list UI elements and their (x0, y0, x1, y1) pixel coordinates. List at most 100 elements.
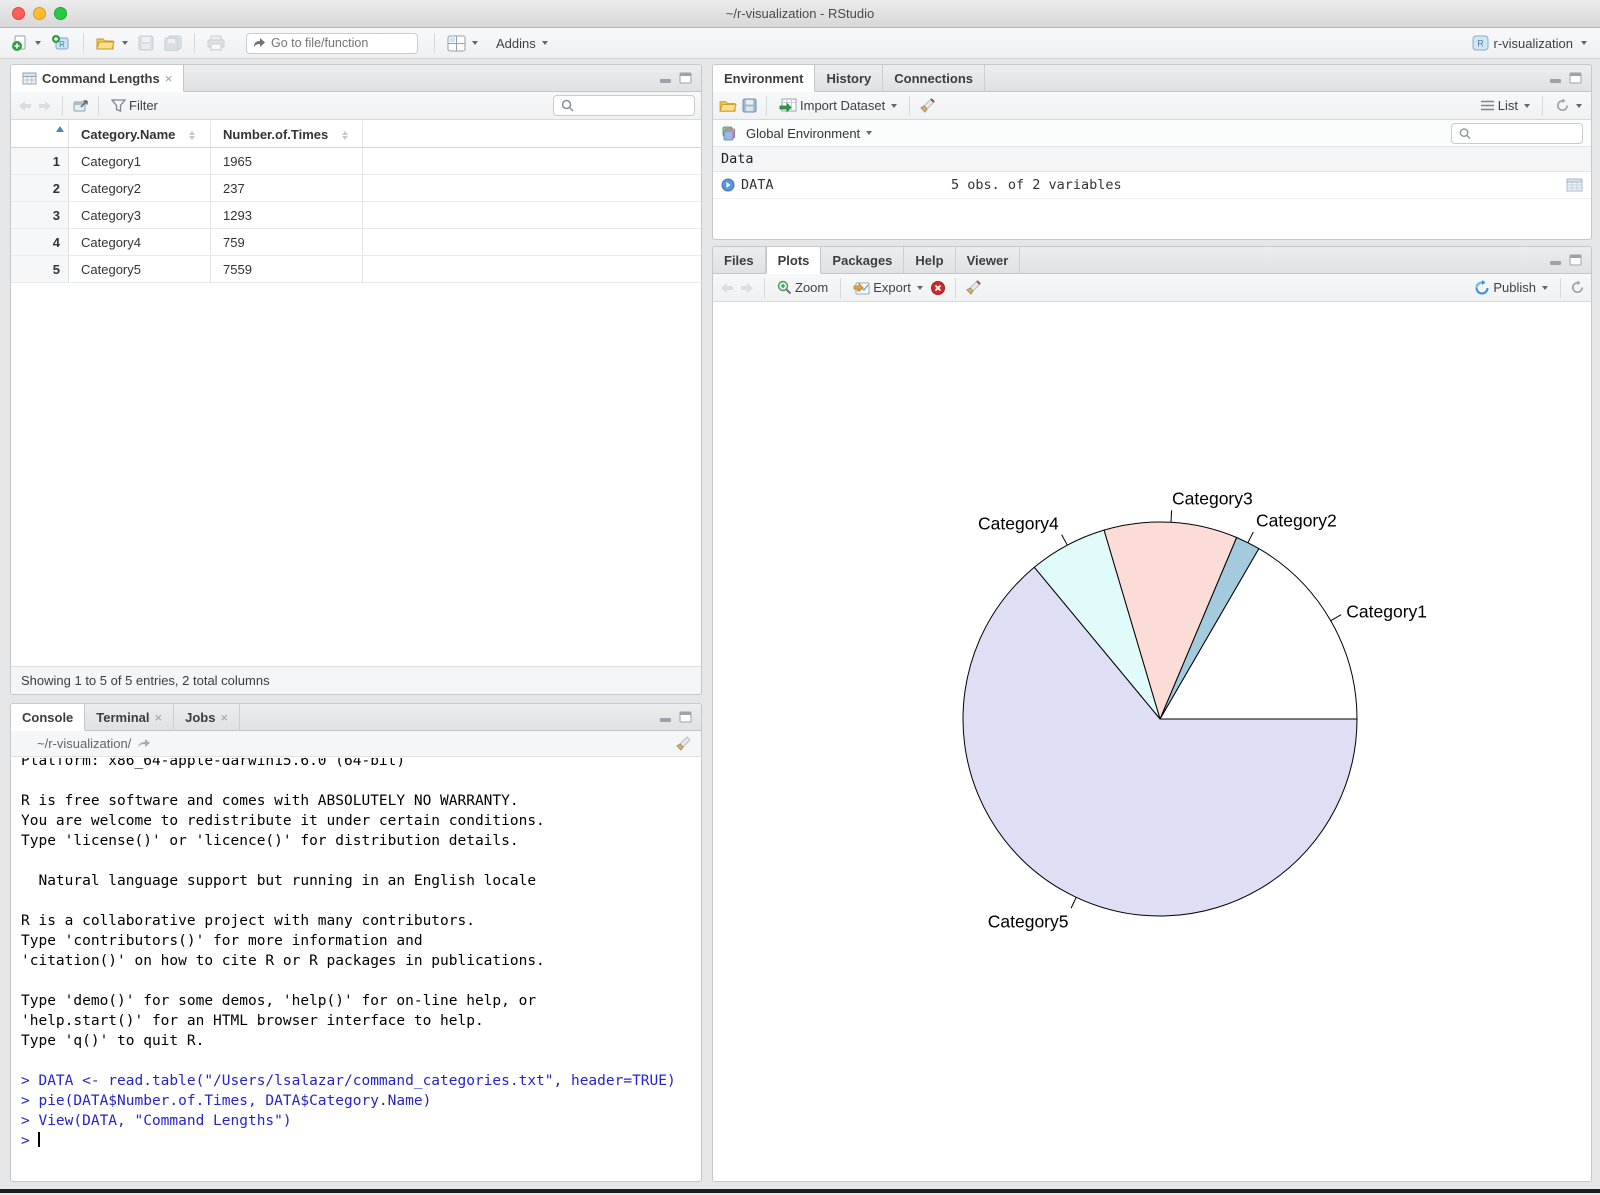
tab-console[interactable]: Console (11, 704, 86, 731)
pane-layout-icon (447, 35, 466, 51)
close-icon[interactable]: × (220, 710, 228, 725)
expand-object-icon[interactable] (721, 178, 735, 192)
search-icon (561, 99, 574, 112)
new-file-button[interactable] (8, 32, 44, 54)
publish-button[interactable]: Publish (1471, 278, 1551, 298)
maximize-pane-icon[interactable] (679, 711, 693, 723)
pie-label-tick (1061, 534, 1068, 546)
table-body: 1 Category1 1965 2 Category2 237 3 Category3 129… (11, 148, 701, 283)
addins-button[interactable]: Addins (493, 34, 551, 53)
maximize-pane-icon[interactable] (1569, 72, 1583, 84)
goto-file-box[interactable] (246, 32, 418, 54)
console-output-line: 'help.start()' for an HTML browser inter… (21, 1013, 484, 1029)
tab-help[interactable]: Help (904, 247, 956, 273)
goto-directory-icon[interactable] (137, 738, 151, 749)
table-search-box[interactable] (553, 95, 695, 116)
import-dataset-button[interactable]: Import Dataset (776, 96, 900, 115)
maximize-pane-icon[interactable] (1569, 254, 1583, 266)
print-icon (207, 35, 225, 51)
environment-object-row[interactable]: DATA 5 obs. of 2 variables (713, 172, 1591, 199)
next-plot-icon[interactable] (739, 281, 755, 295)
export-plot-button[interactable]: Export (850, 278, 926, 297)
maximize-pane-icon[interactable] (679, 72, 693, 84)
pie-label-tick (1170, 510, 1173, 523)
tab-command-lengths[interactable]: Command Lengths × (11, 65, 185, 92)
clear-console-icon[interactable] (675, 736, 691, 751)
row-number-header[interactable] (11, 121, 69, 147)
save-workspace-icon[interactable] (742, 98, 757, 113)
tab-connections[interactable]: Connections (883, 65, 985, 91)
pane-minmax (1541, 247, 1591, 273)
console-input-area[interactable]: Platform: x86_64-apple-darwin15.6.0 (64-… (11, 758, 701, 1181)
zoom-window-button[interactable] (54, 7, 67, 20)
console-output: Platform: x86_64-apple-darwin15.6.0 (64-… (21, 758, 701, 1151)
list-view-button[interactable]: List (1477, 96, 1533, 115)
list-caret (1524, 103, 1530, 108)
pie-label-tick (1330, 614, 1342, 622)
window-title: ~/r-visualization - RStudio (725, 6, 875, 21)
tab-files[interactable]: Files (713, 247, 766, 273)
sort-arrows-icon (189, 131, 196, 141)
tab-viewer[interactable]: Viewer (956, 247, 1021, 273)
minimize-pane-icon[interactable] (659, 712, 673, 723)
cell-number-of-times: 237 (211, 175, 363, 201)
clear-plots-icon[interactable] (965, 280, 981, 295)
column-header-category-name[interactable]: Category.Name (69, 121, 211, 147)
console-prompt[interactable]: > (21, 1131, 701, 1151)
open-file-button[interactable] (93, 33, 131, 53)
minimize-pane-icon[interactable] (1549, 255, 1563, 266)
goto-arrow-icon (254, 38, 265, 47)
sort-ascending-icon (56, 126, 64, 132)
table-search-input[interactable] (578, 98, 678, 113)
remove-plot-icon[interactable] (930, 280, 946, 296)
table-row: 2 Category2 237 (11, 175, 701, 202)
publish-icon (1475, 279, 1489, 294)
minimize-pane-icon[interactable] (659, 73, 673, 84)
pie-label-category2: Category2 (1256, 511, 1337, 531)
environment-scope-selector[interactable]: Global Environment (743, 124, 875, 143)
goto-file-input[interactable] (271, 36, 401, 50)
minimize-pane-icon[interactable] (1549, 73, 1563, 84)
pane-minmax (651, 65, 701, 91)
cell-number-of-times: 7559 (211, 256, 363, 282)
print-button[interactable] (204, 33, 228, 53)
load-workspace-icon[interactable] (719, 98, 738, 113)
previous-plot-icon[interactable] (719, 281, 735, 295)
view-data-grid-icon[interactable] (1566, 178, 1583, 192)
tab-terminal[interactable]: Terminal × (85, 704, 175, 730)
pie-label-category1: Category1 (1346, 602, 1427, 622)
pie-label-category5: Category5 (988, 912, 1069, 932)
open-in-window-icon[interactable] (72, 98, 89, 113)
toolbar-separator (434, 33, 435, 53)
save-all-button[interactable] (161, 33, 185, 53)
publish-label: Publish (1493, 280, 1536, 295)
zoom-plot-button[interactable]: Zoom (774, 278, 831, 297)
refresh-environment-button[interactable] (1552, 96, 1585, 115)
minimize-window-button[interactable] (33, 7, 46, 20)
tab-label: Command Lengths (42, 70, 160, 86)
tab-history[interactable]: History (815, 65, 884, 91)
clear-environment-icon[interactable] (919, 98, 935, 113)
forward-icon[interactable] (37, 99, 53, 113)
environment-search-input[interactable] (1475, 126, 1575, 140)
save-button[interactable] (135, 33, 157, 53)
close-window-button[interactable] (12, 7, 25, 20)
environment-search-box[interactable] (1451, 122, 1583, 144)
back-icon[interactable] (17, 99, 33, 113)
close-icon[interactable]: × (165, 71, 173, 86)
tab-environment[interactable]: Environment (713, 65, 816, 92)
project-menu-button[interactable]: R r-visualization (1469, 33, 1590, 53)
column-header-number-of-times[interactable]: Number.of.Times (211, 121, 363, 147)
working-directory-path[interactable]: ~/r-visualization/ (37, 736, 131, 751)
tab-packages[interactable]: Packages (821, 247, 905, 273)
close-icon[interactable]: × (155, 710, 163, 725)
new-project-button[interactable]: R (48, 32, 74, 54)
table-row: 5 Category5 7559 (11, 256, 701, 283)
import-dataset-icon (779, 98, 797, 113)
tab-jobs[interactable]: Jobs × (174, 704, 241, 730)
refresh-plot-icon[interactable] (1570, 280, 1585, 295)
filter-button[interactable]: Filter (108, 96, 161, 115)
pane-layout-button[interactable] (444, 33, 481, 54)
tab-plots[interactable]: Plots (765, 247, 822, 274)
new-project-icon: R (52, 35, 69, 50)
